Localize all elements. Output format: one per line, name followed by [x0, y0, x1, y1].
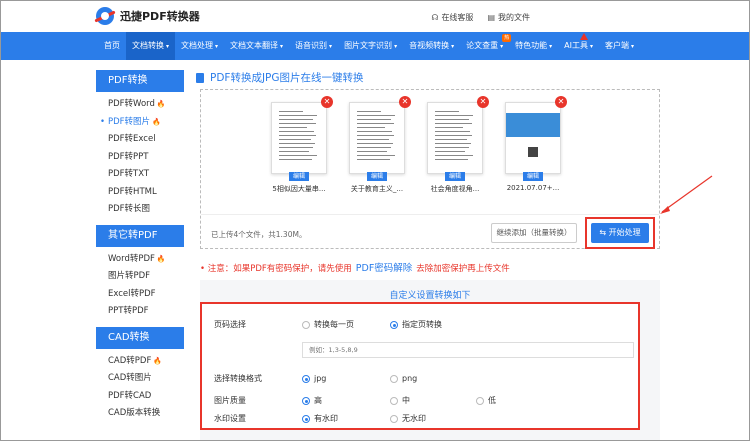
annotation-arrow [660, 175, 713, 214]
